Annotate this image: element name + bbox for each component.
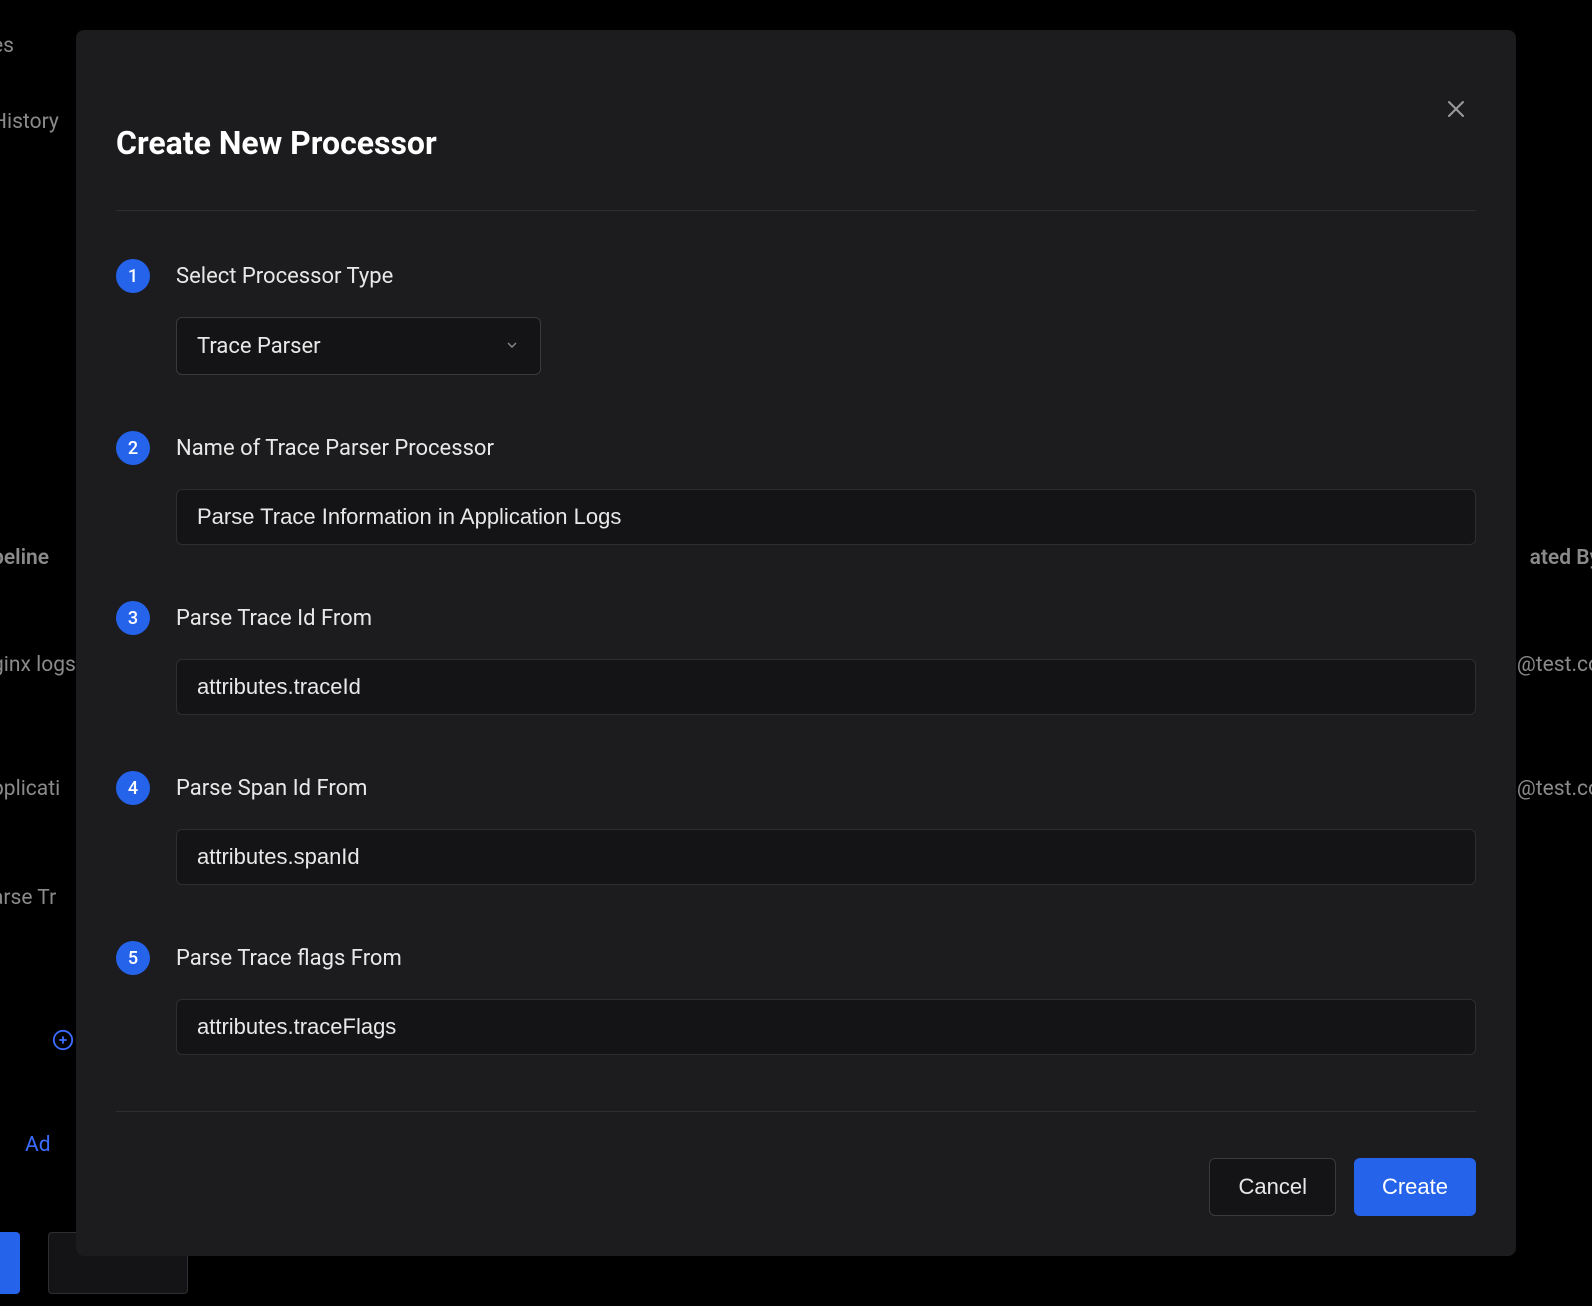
step-processor-type: 1 Select Processor Type Trace Parser bbox=[116, 259, 1476, 375]
close-button[interactable] bbox=[1436, 90, 1476, 130]
create-button[interactable]: Create bbox=[1354, 1158, 1476, 1216]
step-label: Name of Trace Parser Processor bbox=[176, 436, 494, 461]
modal-title: Create New Processor bbox=[116, 124, 1476, 162]
step-number: 1 bbox=[116, 259, 150, 293]
step-processor-name: 2 Name of Trace Parser Processor bbox=[116, 431, 1476, 545]
step-number: 5 bbox=[116, 941, 150, 975]
step-label: Parse Span Id From bbox=[176, 776, 367, 801]
modal-footer: Cancel Create bbox=[116, 1111, 1476, 1216]
modal-overlay: Create New Processor 1 Select Processor … bbox=[0, 0, 1592, 1306]
chevron-down-icon bbox=[504, 334, 520, 359]
cancel-button[interactable]: Cancel bbox=[1209, 1158, 1335, 1216]
step-label: Parse Trace Id From bbox=[176, 606, 372, 631]
step-number: 3 bbox=[116, 601, 150, 635]
step-trace-flags: 5 Parse Trace flags From bbox=[116, 941, 1476, 1055]
step-trace-id: 3 Parse Trace Id From bbox=[116, 601, 1476, 715]
step-label: Select Processor Type bbox=[176, 264, 393, 289]
span-id-input[interactable] bbox=[176, 829, 1476, 885]
step-number: 4 bbox=[116, 771, 150, 805]
step-span-id: 4 Parse Span Id From bbox=[116, 771, 1476, 885]
select-value: Trace Parser bbox=[197, 334, 321, 359]
trace-id-input[interactable] bbox=[176, 659, 1476, 715]
create-processor-modal: Create New Processor 1 Select Processor … bbox=[76, 30, 1516, 1256]
close-icon bbox=[1444, 97, 1468, 124]
divider bbox=[116, 210, 1476, 211]
processor-name-input[interactable] bbox=[176, 489, 1476, 545]
processor-type-select[interactable]: Trace Parser bbox=[176, 317, 541, 375]
trace-flags-input[interactable] bbox=[176, 999, 1476, 1055]
step-number: 2 bbox=[116, 431, 150, 465]
step-label: Parse Trace flags From bbox=[176, 946, 402, 971]
